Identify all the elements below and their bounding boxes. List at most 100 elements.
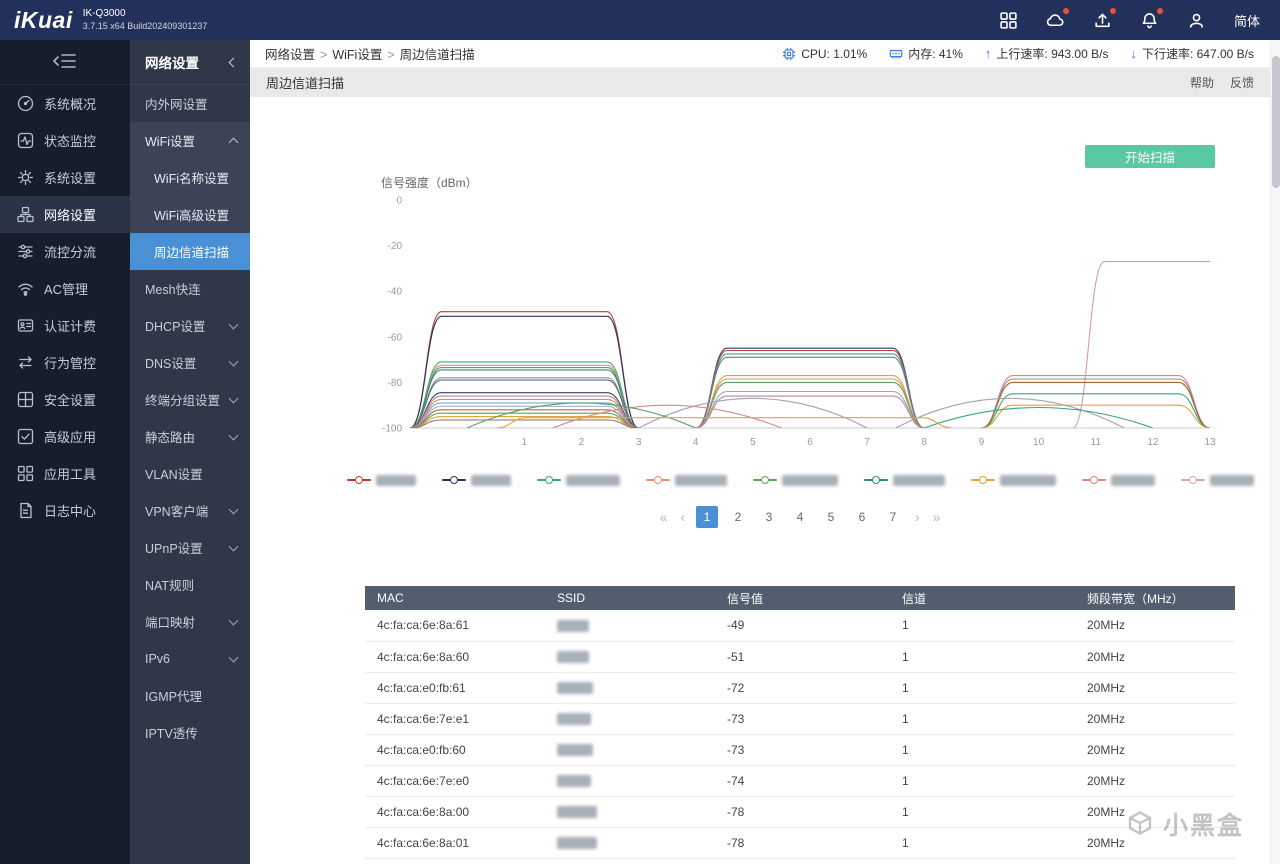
legend-item[interactable] [864,475,945,486]
language-switch[interactable]: 简体 [1234,11,1260,30]
legend-item[interactable] [753,475,838,486]
submenu-item-wifi-settings[interactable]: WiFi设置 [130,122,250,159]
legend-item[interactable] [646,475,727,486]
submenu-item-igmp[interactable]: IGMP代理 [130,677,250,714]
page-title-bar: 周边信道扫描 帮助 反馈 [250,68,1280,97]
submenu-item-channel-scan[interactable]: 周边信道扫描 [130,233,250,270]
memory-icon [889,47,903,61]
legend-item[interactable] [347,475,416,486]
channel-cell: 1 [890,765,1075,796]
sidebar-item-label: 网络设置 [44,205,96,224]
sidebar-item-status-monitor[interactable]: 状态监控 [0,122,130,159]
svg-text:-60: -60 [388,332,403,343]
submenu-item-wifi-advanced[interactable]: WiFi高级设置 [130,196,250,233]
channel-cell: 1 [890,641,1075,672]
submenu-item-port-mapping[interactable]: 端口映射 [130,603,250,640]
column-header: SSID [545,586,715,610]
cloud-icon[interactable] [1046,10,1066,30]
tools-icon [17,465,34,482]
sidebar-item-system-overview[interactable]: 系统概况 [0,85,130,122]
ssid-cell [545,703,715,734]
bell-icon[interactable] [1140,10,1160,30]
submenu-item-ipv6[interactable]: IPv6 [130,640,250,677]
feedback-link[interactable]: 反馈 [1230,74,1254,91]
submenu-item-wifi-name[interactable]: WiFi名称设置 [130,159,250,196]
submenu-item-label: IPTV透传 [145,723,198,742]
chevron-down-icon [229,541,239,551]
submenu-item-upnp[interactable]: UPnP设置 [130,529,250,566]
help-link[interactable]: 帮助 [1190,74,1214,91]
channel-cell: 1 [890,827,1075,858]
mac-cell: 4c:fa:ca:6e:7e:e0 [365,765,545,796]
submenu-item-dns[interactable]: DNS设置 [130,344,250,381]
submenu-item-terminal-group[interactable]: 终端分组设置 [130,381,250,418]
secondary-sidebar: 网络设置 内外网设置 WiFi设置 WiFi名称设置 WiFi高级设置 周边信道… [130,40,250,864]
submenu-item-nat[interactable]: NAT规则 [130,566,250,603]
table-row: 4c:fa:ca:e0:fb:60 -73 1 20MHz [365,734,1235,765]
legend-item[interactable] [442,475,511,486]
legend-item[interactable] [537,475,620,486]
sidebar-item-auth-billing[interactable]: 认证计费 [0,307,130,344]
page-number-2[interactable]: 2 [727,506,749,528]
sidebar-item-security-settings[interactable]: 安全设置 [0,381,130,418]
sidebar-item-ac-management[interactable]: AC管理 [0,270,130,307]
chevron-down-icon [229,652,239,662]
sidebar-item-system-settings[interactable]: 系统设置 [0,159,130,196]
sidebar-collapse-button[interactable] [0,40,130,85]
table-row: 4c:fa:ca:6e:8a:01 -78 1 20MHz [365,827,1235,858]
prev-page-button[interactable]: ‹ [678,509,687,525]
submenu-item-label: Mesh快连 [145,279,201,298]
last-page-button[interactable]: » [931,509,943,525]
chart-legend [365,472,1235,488]
stat-text: 内存: 41% [908,45,963,62]
legend-marker-icon [347,476,371,484]
page-number-1[interactable]: 1 [696,506,718,528]
submenu-item-iptv[interactable]: IPTV透传 [130,714,250,751]
submenu-item-vpn-client[interactable]: VPN客户端 [130,492,250,529]
submenu-item-static-route[interactable]: 静态路由 [130,418,250,455]
submenu-item-vlan[interactable]: VLAN设置 [130,455,250,492]
submenu-item-dhcp[interactable]: DHCP设置 [130,307,250,344]
submenu-item-mesh[interactable]: Mesh快连 [130,270,250,307]
legend-item[interactable] [971,475,1056,486]
start-scan-button[interactable]: 开始扫描 [1085,145,1215,168]
apps-grid-icon[interactable] [999,10,1019,30]
scrollbar-thumb[interactable] [1272,56,1280,188]
breadcrumb-part[interactable]: WiFi设置 [332,48,382,62]
legend-label-redacted [1210,475,1254,486]
page-number-3[interactable]: 3 [758,506,780,528]
page-number-4[interactable]: 4 [789,506,811,528]
page-number-7[interactable]: 7 [882,506,904,528]
submenu-collapse-icon[interactable] [229,57,239,67]
upgrade-icon[interactable] [1093,10,1113,30]
signal-strength-chart: 0-20-40-60-80-10012345678910111213 [365,190,1235,460]
stat-text: CPU: 1.01% [801,47,867,61]
legend-item[interactable] [1181,475,1254,486]
notification-badge [1063,8,1069,14]
page-number-6[interactable]: 6 [851,506,873,528]
sidebar-item-behavior-control[interactable]: 行为管控 [0,344,130,381]
page-body: 开始扫描 信号强度（dBm） 0-20-40-60-80-10012345678… [250,97,1280,864]
page-number-5[interactable]: 5 [820,506,842,528]
sidebar-item-log-center[interactable]: 日志中心 [0,492,130,529]
sidebar-item-app-tools[interactable]: 应用工具 [0,455,130,492]
submenu-item-wan-lan[interactable]: 内外网设置 [130,85,250,122]
ssid-redacted [557,713,591,725]
legend-marker-icon [753,476,777,484]
submenu-item-label: DHCP设置 [145,316,205,335]
breadcrumb-part[interactable]: 周边信道扫描 [400,48,475,62]
sidebar-item-network-settings[interactable]: 网络设置 [0,196,130,233]
first-page-button[interactable]: « [658,509,670,525]
chevron-down-icon [229,504,239,514]
user-icon[interactable] [1187,10,1207,30]
submenu-item-label: 内外网设置 [145,94,208,113]
gear-icon [17,169,34,186]
sidebar-item-advanced-apps[interactable]: 高级应用 [0,418,130,455]
channel-chart-wrap: 信号强度（dBm） 0-20-40-60-80-1001234567891011… [365,174,1235,460]
sidebar-item-flow-control[interactable]: 流控分流 [0,233,130,270]
breadcrumb-part[interactable]: 网络设置 [265,48,315,62]
signal-cell: -78 [715,796,890,827]
next-page-button[interactable]: › [913,509,922,525]
submenu-item-label: 静态路由 [145,427,195,446]
legend-item[interactable] [1082,475,1155,486]
